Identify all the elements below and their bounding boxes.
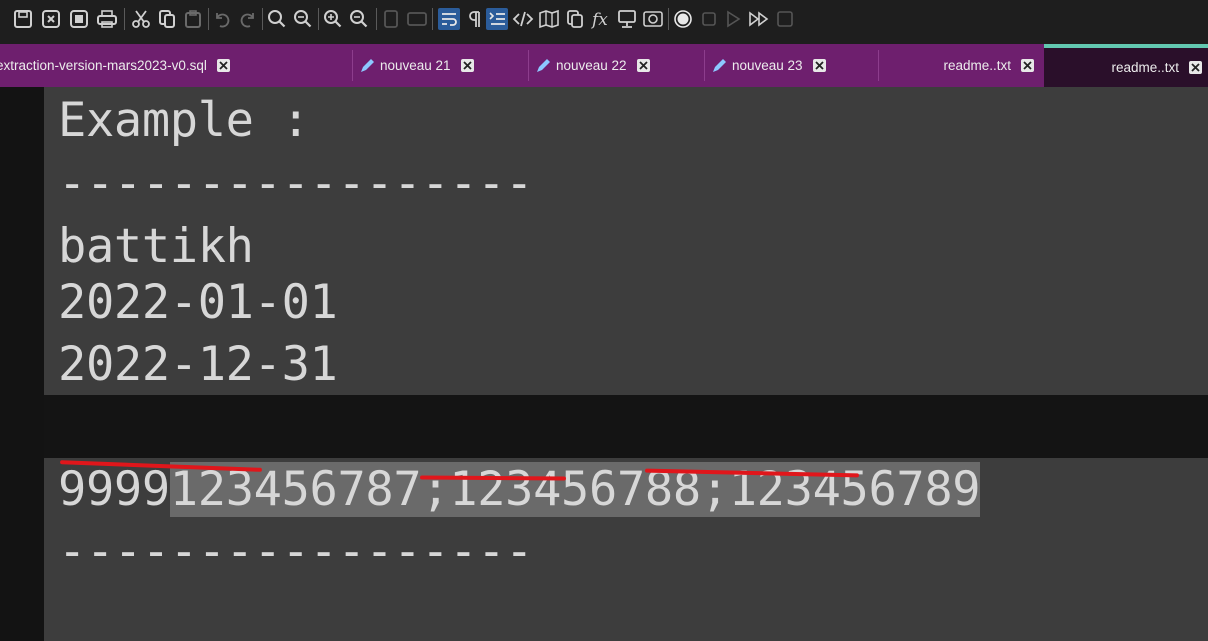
editor-line[interactable]: ----------------- [58,520,533,583]
folder-workspace-icon[interactable] [616,8,638,30]
undo-icon[interactable] [212,8,234,30]
sync-v-icon[interactable] [380,8,402,30]
save-icon[interactable] [12,8,34,30]
editor-line[interactable]: ----------------- [58,152,533,215]
document-list-icon[interactable] [564,8,586,30]
close-icon[interactable] [1189,61,1202,74]
play-macro-icon[interactable] [722,8,744,30]
tab-label: extraction-version-mars2023-v0.sql [0,58,207,73]
find-icon[interactable] [266,8,288,30]
tab-nouveau-22[interactable]: nouveau 22 [534,46,704,85]
close-icon[interactable] [460,59,474,72]
copy-icon[interactable] [156,8,178,30]
editor-line-selected[interactable]: 123456787;123456788;123456789 [58,395,981,517]
show-all-chars-icon[interactable] [464,8,486,30]
sync-h-icon[interactable] [406,8,428,30]
tab-nouveau-23[interactable]: nouveau 23 [710,46,878,85]
tab-label: readme..txt [1111,60,1179,75]
editor-line[interactable]: Example : [58,89,310,152]
editor-line[interactable]: 2022-01-01 [58,271,338,334]
svg-text:fx: fx [590,10,608,29]
zoom-in-icon[interactable] [322,8,344,30]
text-editor[interactable]: Example : ----------------- battikh 2022… [44,87,1208,641]
close-all-icon[interactable] [68,8,90,30]
tab-bar: extraction-version-mars2023-v0.sql nouve… [0,44,1208,87]
pencil-icon [361,58,374,72]
function-list-icon[interactable]: fx [590,8,612,30]
document-map-icon[interactable] [538,8,560,30]
close-icon[interactable] [636,59,650,72]
close-icon[interactable] [216,59,230,72]
editor-line[interactable]: battikh [58,215,254,278]
pencil-icon [713,58,726,72]
line-number-gutter[interactable] [0,87,44,641]
editor-line[interactable]: 2022-12-31 [58,333,338,396]
print-icon[interactable] [96,8,118,30]
zoom-out-icon[interactable] [348,8,370,30]
tab-readme-1[interactable]: readme..txt [884,46,1042,85]
tab-nouveau-21[interactable]: nouveau 21 [358,46,528,85]
indent-guide-icon[interactable] [486,8,508,30]
word-wrap-icon[interactable] [438,8,460,30]
tab-label: readme..txt [943,58,1011,73]
selected-text: 123456787;123456788;123456789 [169,462,981,517]
toolbar: fx [0,0,1208,44]
xml-tag-icon[interactable] [512,8,534,30]
close-file-icon[interactable] [40,8,62,30]
tab-readme-active[interactable]: readme..txt [1044,44,1208,87]
replace-icon[interactable] [292,8,314,30]
run-macro-multiple-icon[interactable] [748,8,770,30]
paste-icon[interactable] [182,8,204,30]
monitoring-icon[interactable] [642,8,664,30]
tab-label: nouveau 23 [732,58,803,73]
tab-label: nouveau 21 [380,58,451,73]
close-icon[interactable] [1021,59,1034,72]
close-icon[interactable] [812,59,826,72]
cut-icon[interactable] [130,8,152,30]
tab-extraction-sql[interactable]: extraction-version-mars2023-v0.sql [0,46,350,85]
stop-macro-icon[interactable] [698,8,720,30]
save-macro-icon[interactable] [774,8,796,30]
redo-icon[interactable] [236,8,258,30]
pencil-icon [537,58,550,72]
tab-label: nouveau 22 [556,58,627,73]
record-macro-icon[interactable] [672,8,694,30]
